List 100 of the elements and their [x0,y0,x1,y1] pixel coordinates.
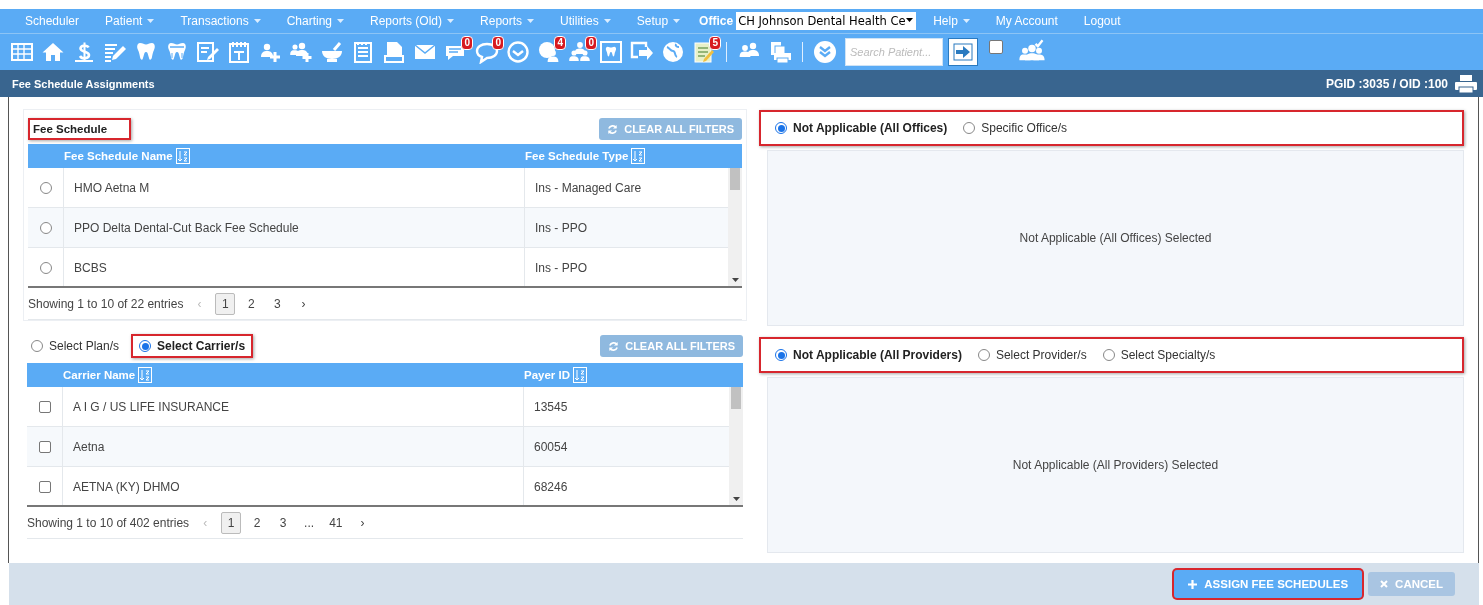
row-radio[interactable] [39,261,52,274]
scrollbar[interactable] [728,168,742,287]
expand-icon[interactable] [813,40,837,64]
refresh-icon [608,340,620,352]
home-icon[interactable] [41,40,65,64]
globe-user-icon[interactable] [537,40,561,64]
column-header: Fee Schedule Type [525,150,629,163]
row-radio[interactable] [39,221,52,234]
table-cell: BCBS [74,260,107,275]
search-field[interactable]: Search Patient... [845,38,943,66]
note-pencil-icon[interactable] [196,40,220,64]
page-link[interactable]: 3 [267,292,288,315]
radio-option[interactable]: Select Provider/s [969,343,1095,368]
entries-summary: Showing 1 to 10 of 402 entries [27,515,190,530]
menu-label: Help [933,13,958,28]
menu-label: Patient [105,13,143,28]
print-documents-icon[interactable] [768,40,792,64]
notepad-icon[interactable] [227,40,251,64]
count-badge: 0 [585,36,597,50]
table-cell: Aetna [73,439,105,454]
menu-label: Logout [1083,13,1121,28]
column-header: Carrier Name [63,369,136,382]
scroll-thumb[interactable] [730,168,740,191]
row-radio[interactable] [39,181,52,194]
sort-icon[interactable] [175,148,190,165]
globe-icon[interactable] [661,40,685,64]
notes-icon[interactable] [351,40,375,64]
table-cell: 13545 [534,399,568,414]
page-link[interactable]: ... [299,511,320,534]
radio-option[interactable]: Select Specialty/s [1094,343,1224,368]
table-cell: Ins - PPO [535,260,587,275]
checkbox[interactable] [989,40,1003,54]
page-link[interactable]: 3 [273,511,294,534]
table-cell: PPO Delta Dental-Cut Back Fee Schedule [74,220,299,235]
sort-icon[interactable] [573,367,588,384]
table-cell: 68246 [534,479,568,494]
table-cell: A I G / US LIFE INSURANCE [73,399,230,414]
page-title: Fee Schedule Assignments [12,77,155,90]
page-link[interactable]: 1 [215,292,236,315]
row-checkbox[interactable] [38,480,51,493]
table-cell: HMO Aetna M [74,180,150,195]
column-header: Payer ID [524,369,571,382]
table-cell: AETNA (KY) DHMO [73,479,180,494]
column-header: Fee Schedule Name [64,150,173,163]
page-link[interactable]: 2 [247,511,268,534]
notebook-icon[interactable] [692,40,716,64]
radio-option[interactable]: Specific Office/s [955,116,1076,141]
scroll-thumb[interactable] [731,387,741,410]
next-page-link[interactable]: › [293,292,314,315]
count-badge: 4 [554,36,566,50]
menu-label: My Account [995,13,1058,28]
page-link[interactable]: 41 [325,511,347,534]
id-label: PGID :3035 / OID :100 [1325,76,1448,91]
menu-label: Setup [636,13,669,28]
radio-option[interactable]: Select Plan/s [23,334,128,359]
radio-option[interactable]: Not Applicable (All Offices) [767,116,956,141]
printer-icon[interactable] [1454,73,1478,94]
radio-option[interactable]: Select Carrier/s [131,334,254,359]
dollar-icon[interactable] [72,40,96,64]
office-label: Office [698,13,735,28]
menu-label: Reports (Old) [370,13,443,28]
table-cell: Ins - Managed Care [535,180,642,195]
page-link[interactable]: 2 [241,292,262,315]
close-icon [1380,580,1389,589]
count-badge: 0 [492,36,504,50]
menu-label: Scheduler [25,13,80,28]
refresh-icon [607,123,619,135]
scrollbar[interactable] [729,387,743,506]
radio-option[interactable]: Not Applicable (All Providers) [767,343,970,368]
menu-label: Utilities [560,13,599,28]
table-cell: Ins - PPO [535,220,587,235]
add-users-icon[interactable] [289,40,313,64]
office-dropdown[interactable]: CH Johnson Dental Health Ce [736,11,917,30]
calendar-icon[interactable] [10,40,34,64]
tooth-frame-icon[interactable] [599,40,623,64]
page-link[interactable]: 1 [221,511,242,534]
document-icon[interactable] [382,40,406,64]
menu-label: Transactions [180,13,249,28]
caret-icon [906,17,914,22]
menu-label: Reports [480,13,523,28]
entries-summary: Showing 1 to 10 of 22 entries [28,296,184,311]
selection-message: Not Applicable (All Offices) Selected [1019,231,1212,246]
selection-message: Not Applicable (All Providers) Selected [1012,458,1219,473]
count-badge: 0 [461,36,473,50]
table-cell: 60054 [534,439,568,454]
scroll-down-icon[interactable] [731,278,739,283]
row-checkbox[interactable] [38,400,51,413]
scroll-down-icon[interactable] [732,497,740,502]
go-button[interactable] [948,38,978,66]
speech-bubble-icon[interactable] [475,40,499,64]
menu-label: Charting [286,13,332,28]
next-page-link[interactable]: › [352,511,373,534]
row-checkbox[interactable] [38,440,51,453]
users-icon[interactable] [568,40,592,64]
count-badge: 5 [709,36,721,50]
mortar-icon[interactable] [320,40,344,64]
sort-icon[interactable] [631,148,646,165]
plus-icon [1188,579,1198,589]
sort-icon[interactable] [138,367,153,384]
section-label: Fee Schedule [28,118,132,141]
